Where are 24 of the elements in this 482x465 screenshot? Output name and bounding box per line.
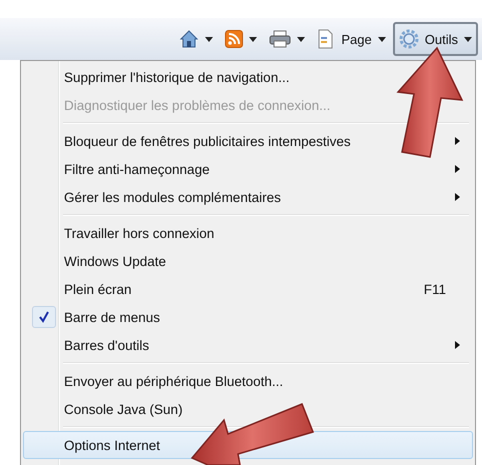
shortcut-text: F11: [424, 282, 446, 296]
caret-icon: [297, 36, 306, 42]
menu-item[interactable]: Console Java (Sun): [23, 395, 473, 423]
menu-item[interactable]: Windows Update: [23, 247, 473, 275]
menu-item[interactable]: Envoyer au périphérique Bluetooth...: [23, 367, 473, 395]
menu-item[interactable]: Barre de menus: [23, 303, 473, 331]
menu-item[interactable]: Supprimer l'historique de navigation...: [23, 63, 473, 91]
caret-icon: [378, 36, 386, 42]
printer-icon: [269, 30, 292, 48]
menu-item[interactable]: Bloqueur de fenêtres publicitaires intempestives: [23, 127, 473, 155]
gear-icon: [398, 29, 419, 49]
menu-item[interactable]: Gérer les modules complémentaires: [23, 183, 473, 211]
page-icon: [317, 29, 336, 49]
caret-icon: [249, 36, 258, 42]
menu-item[interactable]: Travailler hors connexion: [23, 219, 473, 247]
menu-item[interactable]: Barres d'outils: [23, 331, 473, 359]
toolbar-button[interactable]: Page: [312, 22, 391, 56]
menu-item[interactable]: Plein écran F11: [23, 275, 473, 303]
house-icon: [179, 29, 200, 49]
caret-icon: [464, 36, 472, 42]
caret-icon: [205, 36, 214, 42]
feed-icon: [225, 30, 244, 48]
menu-item[interactable]: Filtre anti-hameçonnage: [23, 155, 473, 183]
toolbar-button[interactable]: Outils: [392, 22, 478, 56]
